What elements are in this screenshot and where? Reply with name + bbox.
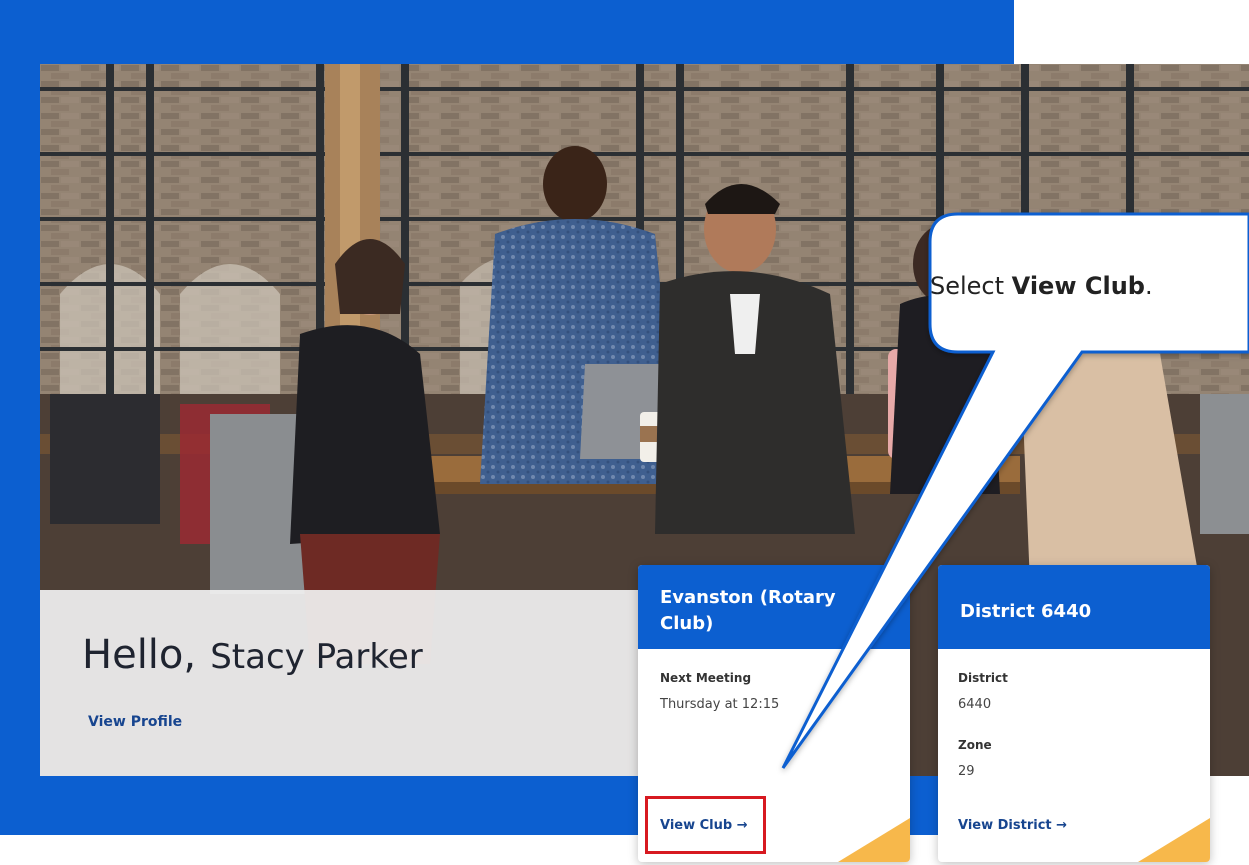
callout-suffix: . [1144, 272, 1153, 300]
callout-bold: View Club [1011, 272, 1145, 300]
callout-text: Select View Club. [930, 272, 1249, 300]
callout-prefix: Select [930, 272, 1012, 300]
callout-bubble [781, 212, 1249, 769]
